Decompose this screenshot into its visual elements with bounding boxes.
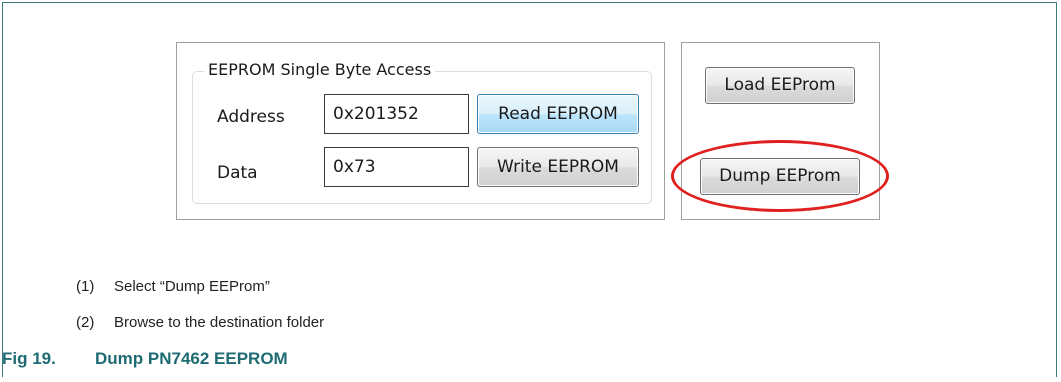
step-2-number: (2)	[76, 314, 95, 331]
address-label: Address	[217, 107, 285, 127]
step-1: (1) Select “Dump EEProm”	[76, 278, 270, 295]
read-eeprom-button[interactable]: Read EEPROM	[477, 94, 639, 134]
data-input[interactable]: 0x73	[324, 147, 469, 187]
data-label: Data	[217, 163, 258, 183]
write-eeprom-button[interactable]: Write EEPROM	[477, 147, 639, 187]
highlight-ring	[671, 140, 889, 212]
groupbox-title: EEPROM Single Byte Access	[204, 59, 436, 81]
step-1-text: Select “Dump EEProm”	[114, 278, 270, 295]
load-eeprom-button[interactable]: Load EEProm	[705, 67, 855, 104]
step-2-text: Browse to the destination folder	[114, 314, 325, 331]
step-1-number: (1)	[76, 278, 95, 295]
figure-title: Dump PN7462 EEPROM	[95, 349, 288, 368]
figure-label: Fig 19.	[2, 349, 56, 368]
figure-caption: Fig 19. Dump PN7462 EEPROM	[2, 349, 288, 369]
address-input[interactable]: 0x201352	[324, 94, 469, 134]
step-2: (2) Browse to the destination folder	[76, 314, 324, 331]
